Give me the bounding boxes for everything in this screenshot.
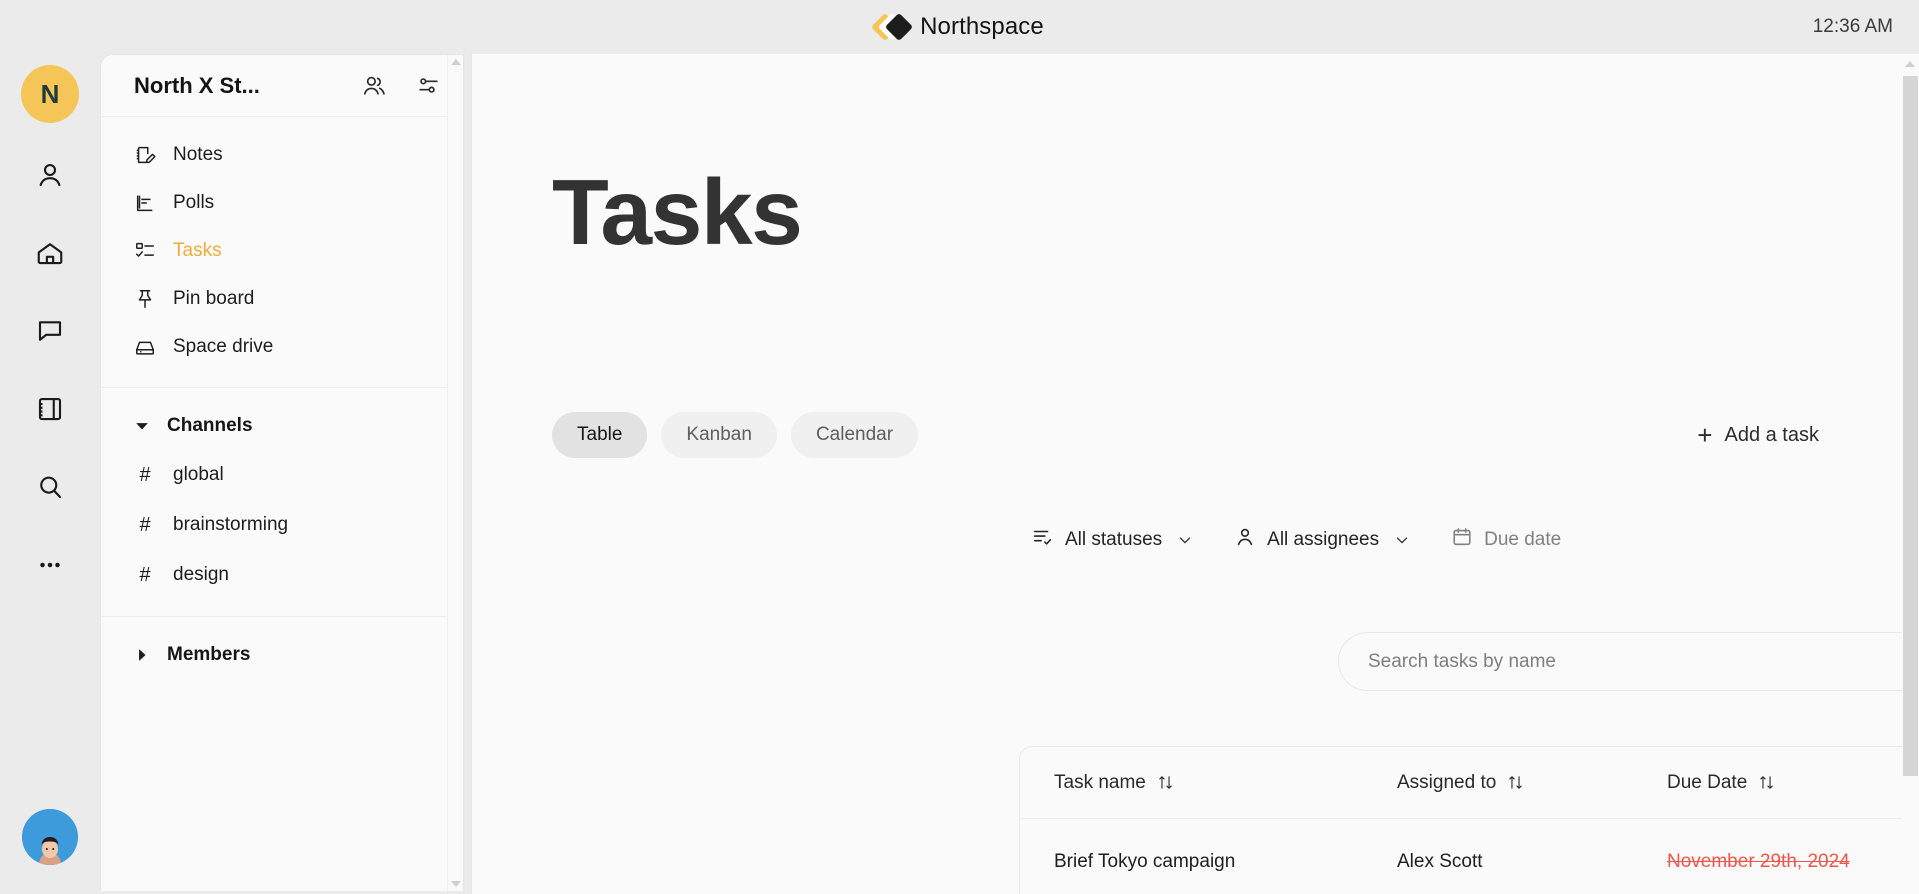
tab-kanban[interactable]: Kanban	[661, 412, 777, 458]
add-task-label: Add a task	[1724, 424, 1819, 447]
search-box[interactable]	[1338, 632, 1919, 691]
tab-table[interactable]: Table	[552, 412, 647, 458]
chevron-down-icon	[1393, 531, 1411, 549]
sort-icon	[1157, 774, 1174, 791]
top-bar: Northspace 12:36 AM	[0, 0, 1919, 54]
filter-label: All statuses	[1065, 529, 1162, 551]
scroll-down-arrow-icon[interactable]	[451, 881, 461, 887]
plus-icon: +	[1697, 422, 1712, 448]
chat-icon[interactable]	[24, 305, 76, 357]
channels-label: Channels	[167, 415, 253, 437]
chevron-right-icon	[134, 648, 150, 662]
sidebar-item-label: Polls	[173, 192, 214, 214]
channel-label: design	[173, 564, 229, 586]
table-row[interactable]: Brief Tokyo campaign Alex Scott November…	[1020, 819, 1919, 894]
members-label: Members	[167, 644, 250, 666]
sidebar-item-notes[interactable]: Notes	[101, 131, 463, 179]
page-title: Tasks	[552, 166, 801, 259]
main-content: Tasks Table Kanban Calendar + Add a task…	[471, 54, 1919, 894]
home-icon[interactable]	[24, 227, 76, 279]
members-section-header[interactable]: Members	[101, 631, 463, 679]
pin-icon	[134, 288, 156, 310]
column-label: Task name	[1054, 772, 1146, 794]
brand-name: Northspace	[920, 13, 1044, 41]
sidebar-item-polls[interactable]: Polls	[101, 179, 463, 227]
sidebar-item-label: Notes	[173, 144, 223, 166]
cell-task-name: Brief Tokyo campaign	[1054, 851, 1397, 873]
column-header-task-name[interactable]: Task name	[1054, 772, 1397, 794]
members-group: Members	[101, 617, 463, 695]
members-icon[interactable]	[361, 73, 386, 98]
profile-icon[interactable]	[24, 149, 76, 201]
settings-sliders-icon[interactable]	[416, 73, 441, 98]
filter-bar: All statuses All assignees Due dat	[1032, 526, 1561, 554]
person-icon	[1234, 526, 1256, 554]
cell-assigned-to: Alex Scott	[1397, 851, 1667, 873]
calendar-icon	[1451, 526, 1473, 554]
sort-icon	[1507, 774, 1524, 791]
sidebar-nav-group: Notes Polls Tasks	[101, 117, 463, 388]
chevron-down-icon	[134, 419, 150, 433]
filter-statuses[interactable]: All statuses	[1032, 526, 1194, 554]
search-area	[1338, 632, 1919, 691]
user-avatar[interactable]	[22, 809, 78, 865]
tasks-table: Task name Assigned to Due Date	[1019, 746, 1919, 894]
filter-due-date[interactable]: Due date	[1451, 526, 1561, 554]
chevron-down-icon	[1176, 531, 1194, 549]
polls-icon	[134, 192, 156, 214]
list-check-icon	[1032, 526, 1054, 554]
sidebar-header: North X St...	[101, 55, 463, 117]
column-header-assigned-to[interactable]: Assigned to	[1397, 772, 1667, 794]
sidebar-scrollbar[interactable]	[447, 55, 463, 891]
more-icon[interactable]	[24, 539, 76, 591]
notebook-icon[interactable]	[24, 383, 76, 435]
northspace-logo-icon	[875, 12, 909, 42]
view-tabs: Table Kanban Calendar + Add a task	[552, 412, 1859, 458]
filter-label: Due date	[1484, 529, 1561, 551]
sidebar-item-space-drive[interactable]: Space drive	[101, 323, 463, 371]
hash-icon: #	[134, 514, 156, 537]
channels-group: Channels # global # brainstorming # desi…	[101, 388, 463, 617]
channel-item-global[interactable]: # global	[101, 450, 463, 500]
scrollbar-thumb[interactable]	[1903, 76, 1918, 776]
sidebar-item-label: Space drive	[173, 336, 273, 358]
channel-label: brainstorming	[173, 514, 288, 536]
hash-icon: #	[134, 464, 156, 487]
sidebar-item-label: Tasks	[173, 240, 222, 262]
search-icon[interactable]	[24, 461, 76, 513]
add-task-button[interactable]: + Add a task	[1697, 422, 1859, 448]
filter-assignees[interactable]: All assignees	[1234, 526, 1411, 554]
clock: 12:36 AM	[1813, 0, 1893, 54]
workspace-title: North X St...	[134, 73, 260, 99]
main-scrollbar[interactable]	[1902, 54, 1919, 894]
channel-label: global	[173, 464, 224, 486]
sidebar-header-actions	[361, 73, 441, 98]
tasks-icon	[134, 240, 156, 262]
scroll-up-arrow-icon[interactable]	[451, 59, 461, 65]
channel-item-design[interactable]: # design	[101, 550, 463, 600]
drive-icon	[134, 336, 156, 358]
workspace-avatar[interactable]: N	[21, 65, 79, 123]
sidebar-item-tasks[interactable]: Tasks	[101, 227, 463, 275]
table-header-row: Task name Assigned to Due Date	[1020, 747, 1919, 819]
tab-calendar[interactable]: Calendar	[791, 412, 918, 458]
brand: Northspace	[875, 12, 1044, 42]
channel-item-brainstorming[interactable]: # brainstorming	[101, 500, 463, 550]
filter-label: All assignees	[1267, 529, 1379, 551]
sidebar-item-label: Pin board	[173, 288, 254, 310]
column-label: Due Date	[1667, 772, 1747, 794]
column-label: Assigned to	[1397, 772, 1496, 794]
cell-due-date: November 29th, 2024	[1667, 851, 1919, 873]
search-input[interactable]	[1366, 650, 1919, 674]
sort-icon	[1758, 774, 1775, 791]
notes-icon	[134, 144, 156, 166]
scroll-up-arrow-icon[interactable]	[1905, 61, 1915, 67]
workspace-sidebar: North X St...	[100, 54, 464, 891]
channels-section-header[interactable]: Channels	[101, 402, 463, 450]
hash-icon: #	[134, 564, 156, 587]
column-header-due-date[interactable]: Due Date	[1667, 772, 1919, 794]
sidebar-item-pin-board[interactable]: Pin board	[101, 275, 463, 323]
icon-rail: N	[0, 54, 100, 894]
